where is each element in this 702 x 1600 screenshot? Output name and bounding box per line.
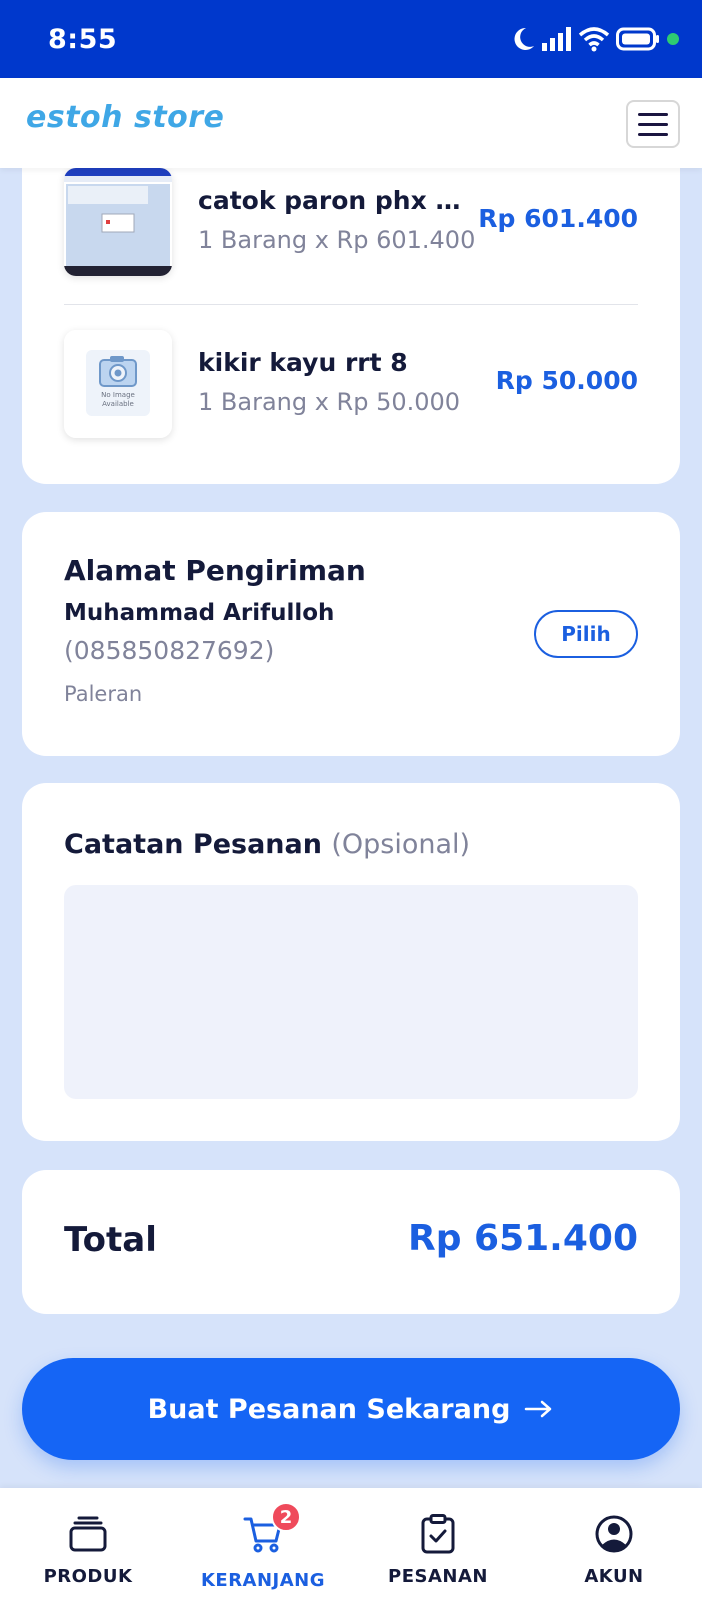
privacy-dot-icon	[667, 33, 679, 45]
total-card: Total Rp 651.400	[22, 1170, 680, 1314]
address-title: Alamat Pengiriman	[64, 554, 366, 587]
nav-item-pesanan[interactable]: PESANAN	[350, 1488, 526, 1600]
nav-label: KERANJANG	[200, 1570, 326, 1591]
recipient-address: Paleran	[64, 682, 143, 706]
place-order-button[interactable]: Buat Pesanan Sekarang	[22, 1358, 680, 1460]
clipboard-check-icon	[416, 1512, 460, 1556]
total-label: Total	[64, 1220, 157, 1260]
item-price: Rp 50.000	[495, 366, 638, 395]
no-image-thumbnail: No Image Available	[64, 330, 172, 438]
status-time: 8:55	[48, 24, 118, 55]
nav-label: PESANAN	[388, 1566, 488, 1587]
hamburger-menu-icon	[638, 112, 668, 116]
nav-label: PRODUK	[43, 1566, 133, 1587]
nav-label: AKUN	[584, 1566, 644, 1587]
bottom-navigation: PRODUK 2 KERANJANG PESANAN AKUN	[0, 1488, 702, 1600]
product-box-icon	[66, 1512, 110, 1556]
item-divider	[64, 304, 638, 305]
order-notes-card: Catatan Pesanan (Opsional)	[22, 783, 680, 1141]
svg-text:Available: Available	[102, 400, 134, 408]
battery-icon	[616, 27, 659, 51]
product-thumbnail	[64, 168, 172, 276]
item-name: catok paron phx me...	[198, 186, 478, 215]
status-bar: 8:55	[0, 0, 702, 78]
choose-address-button[interactable]: Pilih	[534, 610, 638, 658]
order-notes-input[interactable]	[64, 885, 638, 1099]
recipient-name: Muhammad Arifulloh	[64, 600, 335, 626]
notes-title-label: Catatan Pesanan	[64, 829, 322, 860]
status-icons	[512, 26, 680, 52]
cart-items-card: catok paron phx me... 1 Barang x Rp 601.…	[22, 130, 680, 484]
nav-item-akun[interactable]: AKUN	[526, 1488, 702, 1600]
item-quantity: 1 Barang x Rp 50.000	[198, 388, 461, 416]
app-header: estoh store	[0, 78, 702, 168]
cart-count-badge: 2	[271, 1502, 301, 1532]
moon-icon	[514, 27, 534, 50]
wifi-icon	[578, 27, 610, 52]
nav-item-keranjang[interactable]: 2 KERANJANG	[175, 1488, 351, 1600]
nav-item-produk[interactable]: PRODUK	[0, 1488, 176, 1600]
svg-text:No Image: No Image	[101, 391, 135, 399]
total-value: Rp 651.400	[408, 1218, 638, 1259]
account-icon	[592, 1512, 636, 1556]
hamburger-menu-button[interactable]	[626, 100, 680, 148]
item-quantity: 1 Barang x Rp 601.400	[198, 226, 476, 254]
signal-icon	[542, 27, 571, 51]
cart-item[interactable]: No Image Available kikir kayu rrt 8 1 Ba…	[64, 330, 638, 440]
notes-title: Catatan Pesanan (Opsional)	[64, 829, 470, 860]
store-logo[interactable]: estoh store	[26, 100, 224, 135]
notes-optional-label: (Opsional)	[331, 829, 471, 860]
item-price: Rp 601.400	[478, 204, 638, 233]
cart-item[interactable]: catok paron phx me... 1 Barang x Rp 601.…	[64, 168, 638, 278]
shipping-address-card: Alamat Pengiriman Muhammad Arifulloh (08…	[22, 512, 680, 756]
place-order-label: Buat Pesanan Sekarang	[147, 1393, 511, 1425]
item-name: kikir kayu rrt 8	[198, 348, 408, 377]
recipient-phone: (085850827692)	[64, 636, 275, 665]
arrow-right-icon	[525, 1400, 552, 1418]
